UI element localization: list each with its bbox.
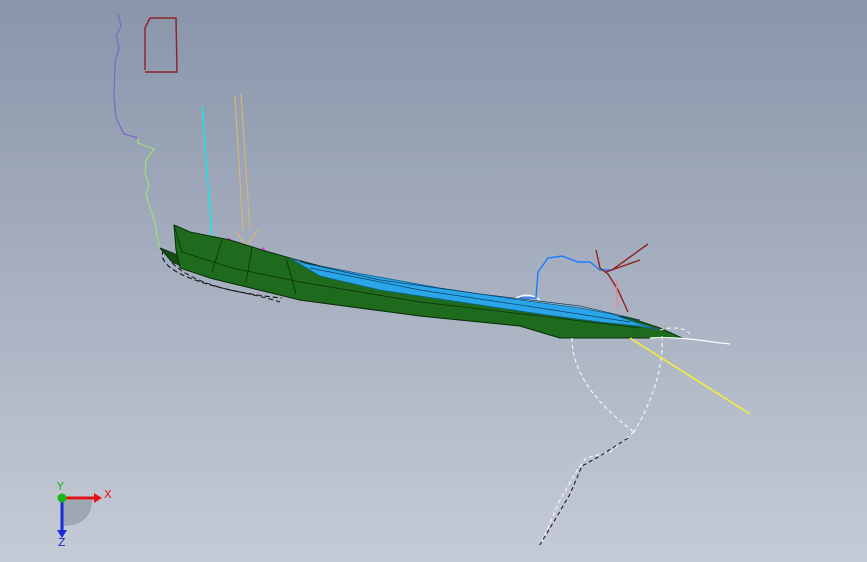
sketch-rectangle-red[interactable] [144, 17, 178, 73]
sketch-curve-purple[interactable] [113, 13, 139, 139]
sketch-line-yellow[interactable] [629, 337, 751, 415]
sketch-line-pink [615, 279, 619, 309]
sketch-curve-green[interactable] [137, 138, 161, 248]
dashed-outline-bow-black [537, 437, 629, 549]
model-scene[interactable] [0, 0, 867, 562]
triad-y-axis [57, 493, 67, 503]
graphics-viewport[interactable]: X Y Z [0, 0, 867, 562]
triad-z-label: Z [58, 536, 66, 548]
triad-x-arrow [94, 493, 102, 503]
triad-y-label: Y [56, 480, 64, 493]
sketch-line-cyan[interactable] [201, 105, 213, 237]
sketch-lines-tan[interactable] [234, 93, 259, 248]
coordinate-triad: X Y Z [56, 480, 112, 548]
triad-x-label: X [104, 488, 112, 501]
sketch-lines-darkred[interactable] [595, 243, 649, 313]
triad-shadow [62, 500, 92, 526]
